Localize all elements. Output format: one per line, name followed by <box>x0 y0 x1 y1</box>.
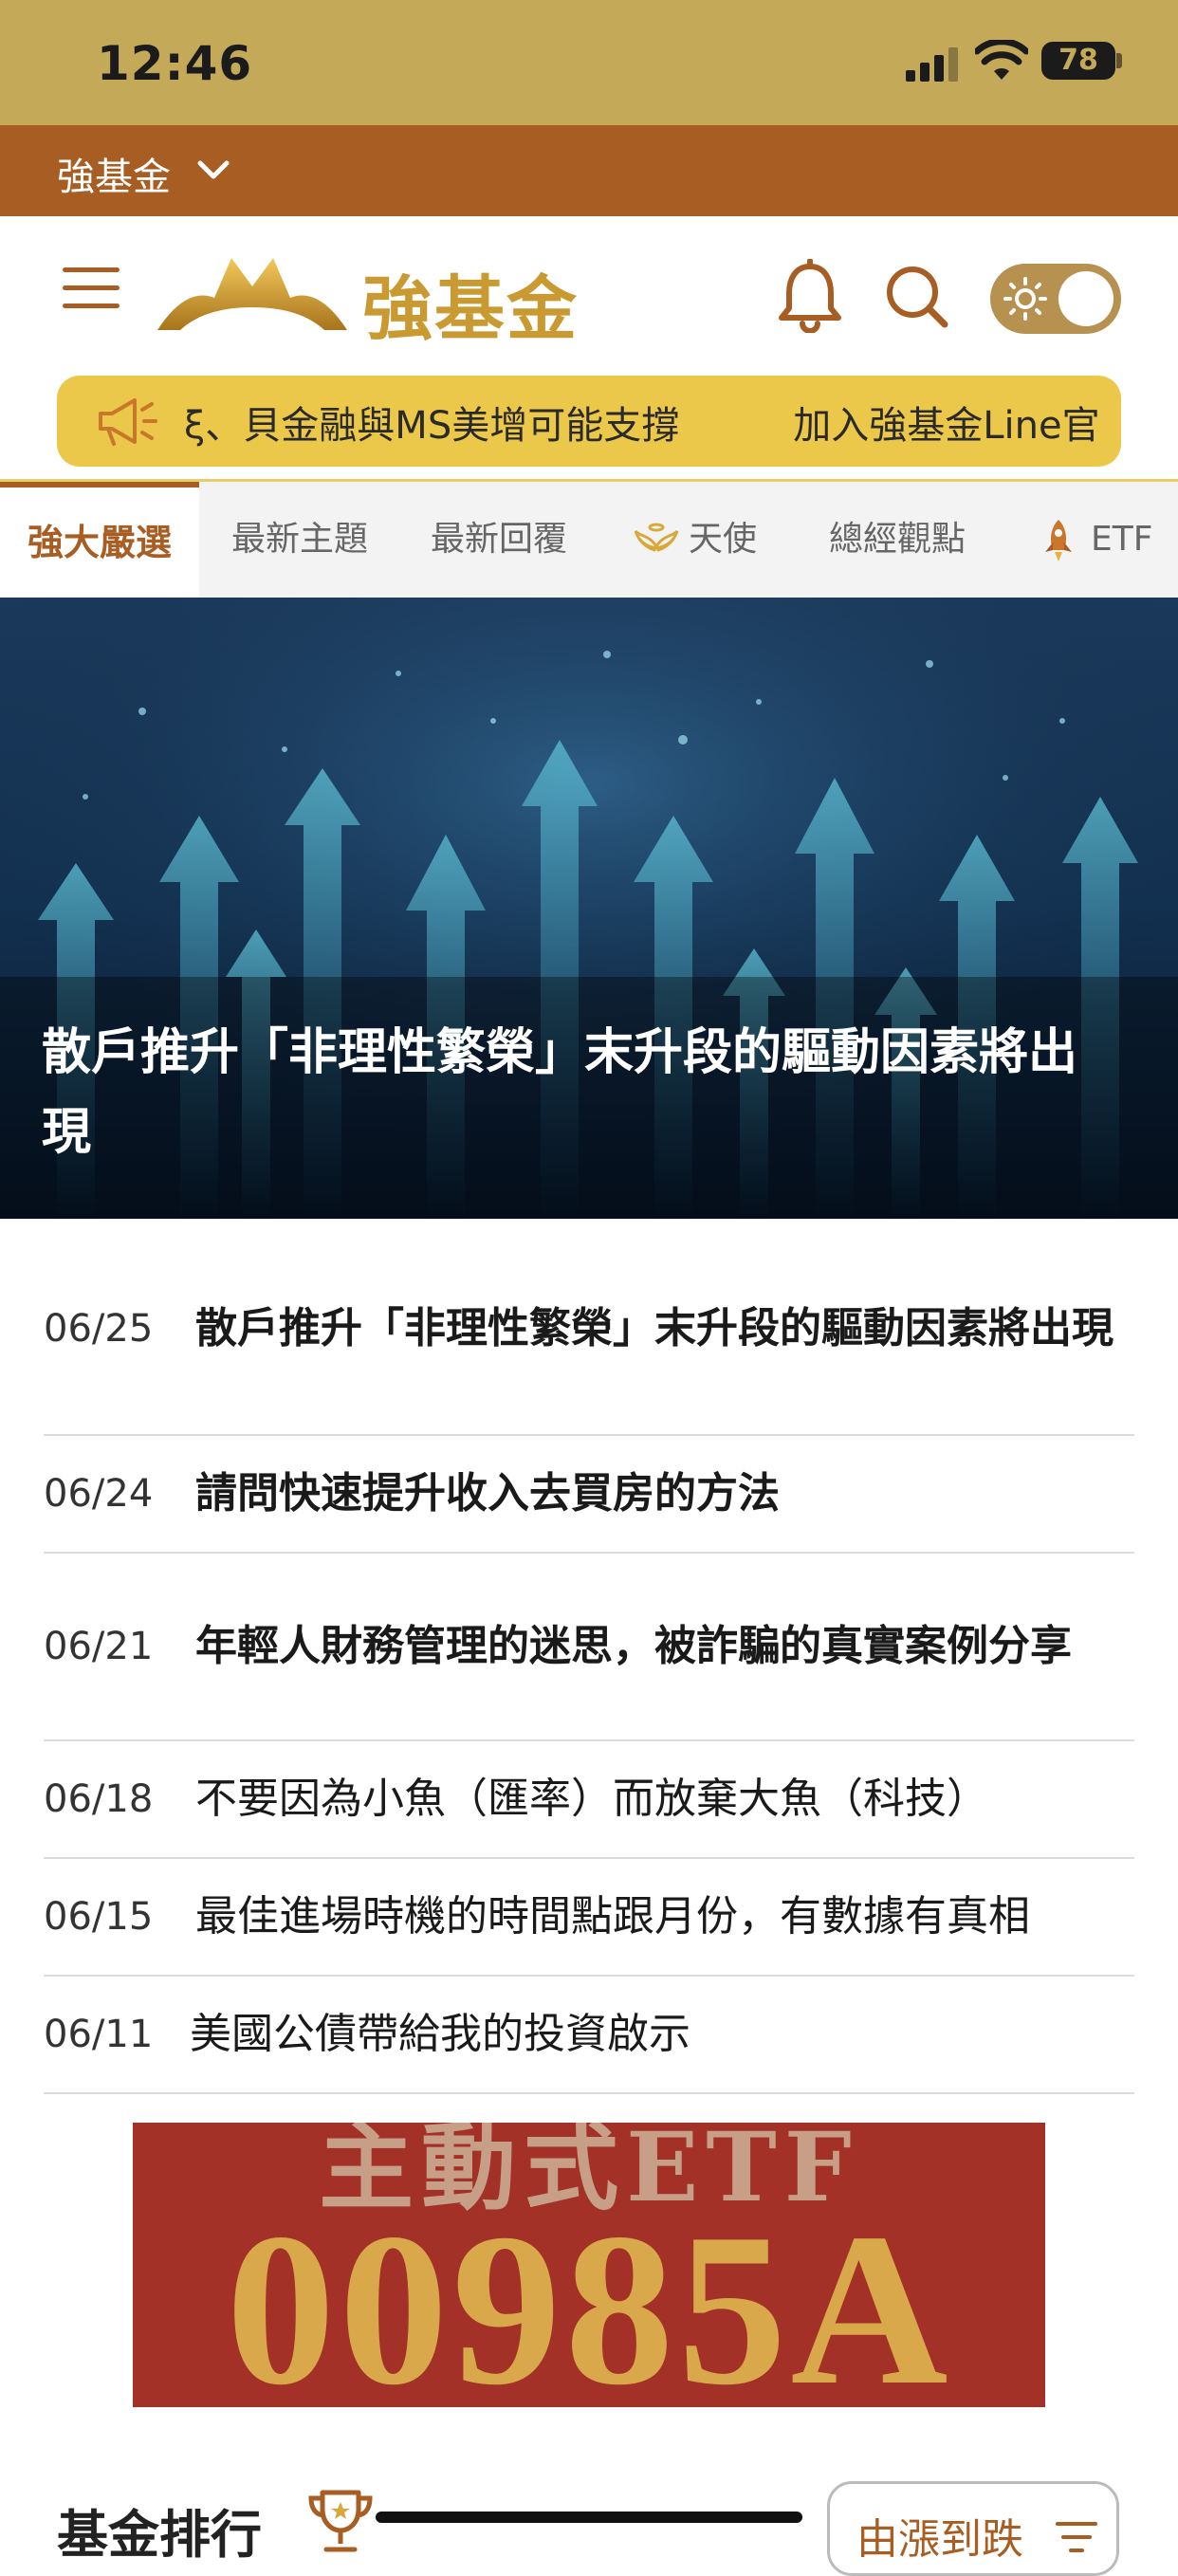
sun-icon <box>1003 277 1047 321</box>
tab-featured[interactable]: 強大嚴選 <box>0 482 199 598</box>
article-title: 年輕人財務管理的迷思，被詐騙的真實案例分享 <box>195 1622 1072 1670</box>
cellular-signal-icon <box>906 47 958 82</box>
article-list: 06/25 散戶推升「非理性繁榮」末升段的驅動因素將出現 06/24 請問快速提… <box>44 1224 1134 2094</box>
article-date: 06/25 <box>44 1307 154 1351</box>
battery-indicator: 78 <box>1041 42 1115 80</box>
tab-angel[interactable]: 天使 <box>634 482 757 598</box>
tab-latest-topics[interactable]: 最新主題 <box>231 482 368 598</box>
chevron-down-icon <box>197 160 230 179</box>
angel-wings-icon <box>634 523 679 552</box>
home-indicator <box>376 2512 802 2523</box>
list-item[interactable]: 06/21 年輕人財務管理的迷思，被詐騙的真實案例分享 <box>44 1554 1134 1741</box>
hamburger-menu-icon[interactable] <box>63 267 120 315</box>
megaphone-icon <box>99 398 157 446</box>
toggle-knob <box>1058 271 1114 326</box>
app-header: 強基金 <box>0 216 1178 368</box>
sunrise-logo-icon <box>157 258 347 330</box>
category-tabs: 強大嚴選 最新主題 最新回覆 天使 總經觀點 ETF <box>0 482 1178 598</box>
status-bar: 12:46 78 <box>0 0 1178 125</box>
ad-banner[interactable]: 主動式ETF 00985A <box>133 2123 1045 2407</box>
section-title: 基金排行 <box>57 2505 262 2565</box>
ad-fund-code: 00985A <box>226 2188 952 2408</box>
wifi-icon <box>975 40 1028 80</box>
tab-etf[interactable]: ETF <box>1036 482 1152 598</box>
filter-sort-icon <box>1056 2522 1097 2552</box>
ticker-text: ξ、貝金融與MS美增可能支撐 加入強基金Line官 <box>184 395 1100 450</box>
logo-text: 強基金 <box>362 268 579 350</box>
tab-macro-views[interactable]: 總經觀點 <box>829 482 966 598</box>
search-icon[interactable] <box>882 262 950 330</box>
article-date: 06/18 <box>44 1777 154 1821</box>
article-date: 06/15 <box>44 1895 154 1939</box>
article-date: 06/11 <box>44 2013 154 2056</box>
ticker-item: ξ、貝金融與MS美增可能支撐 <box>184 404 680 448</box>
site-selector-label: 強基金 <box>57 156 171 199</box>
theme-toggle[interactable] <box>990 264 1121 334</box>
tab-label: ETF <box>1091 520 1153 559</box>
site-logo[interactable]: 強基金 <box>157 245 603 350</box>
tab-label: 天使 <box>689 520 758 559</box>
list-item[interactable]: 06/25 散戶推升「非理性繁榮」末升段的驅動因素將出現 <box>44 1224 1134 1436</box>
announcement-ticker[interactable]: ξ、貝金融與MS美增可能支撐 加入強基金Line官 <box>57 376 1121 467</box>
article-date: 06/21 <box>44 1625 154 1668</box>
sort-dropdown[interactable]: 由漲到跌 <box>827 2481 1119 2576</box>
tab-latest-replies[interactable]: 最新回覆 <box>431 482 567 598</box>
bell-icon[interactable] <box>776 259 844 333</box>
battery-tip <box>1116 53 1122 68</box>
article-date: 06/24 <box>44 1472 154 1516</box>
site-selector-bar[interactable]: 強基金 <box>0 125 1178 216</box>
sort-label: 由漲到跌 <box>856 2515 1023 2564</box>
ticker-item: 加入強基金Line官 <box>793 404 1100 448</box>
article-title: 最佳進場時機的時間點跟月份，有數據有真相 <box>195 1892 1030 1941</box>
article-title: 不要因為小魚（匯率）而放棄大魚（科技） <box>195 1775 988 1823</box>
article-title: 美國公債帶給我的投資啟示 <box>190 2010 690 2058</box>
list-item[interactable]: 06/11 美國公債帶給我的投資啟示 <box>44 1977 1134 2094</box>
list-item[interactable]: 06/18 不要因為小魚（匯率）而放棄大魚（科技） <box>44 1741 1134 1859</box>
article-title: 請問快速提升收入去買房的方法 <box>195 1469 780 1518</box>
status-time: 12:46 <box>97 36 253 91</box>
hero-banner[interactable]: 散戶推升「非理性繁榮」末升段的驅動因素將出現 <box>0 598 1178 1219</box>
hero-title: 散戶推升「非理性繁榮」末升段的驅動因素將出現 <box>42 1024 1078 1161</box>
trophy-icon <box>308 2490 373 2552</box>
list-item[interactable]: 06/24 請問快速提升收入去買房的方法 <box>44 1436 1134 1554</box>
article-title: 散戶推升「非理性繁榮」末升段的驅動因素將出現 <box>195 1304 1114 1352</box>
rocket-icon <box>1045 520 1072 561</box>
list-item[interactable]: 06/15 最佳進場時機的時間點跟月份，有數據有真相 <box>44 1859 1134 1977</box>
